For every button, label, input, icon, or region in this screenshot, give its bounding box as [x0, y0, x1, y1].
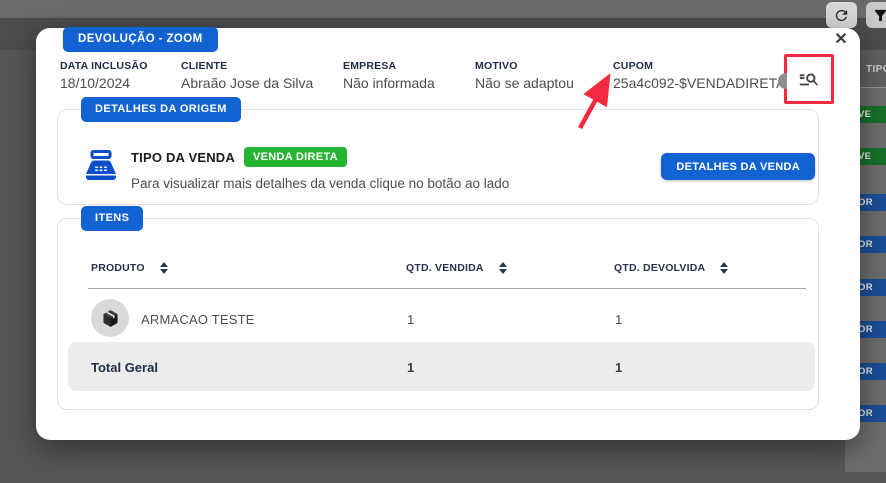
origin-card-badge: DETALHES DA ORIGEM [81, 97, 241, 122]
cash-register-icon [83, 147, 119, 185]
field-empresa: EMPRESA Não informada [343, 60, 435, 91]
sale-type-badge: VENDA DIRETA [244, 147, 347, 167]
background-top-strip [0, 0, 886, 18]
column-label: QTD. VENDIDA [406, 262, 484, 274]
coupon-search-button[interactable] [787, 57, 831, 101]
avatar [91, 299, 129, 337]
sort-icon[interactable] [720, 262, 728, 274]
modal-title-badge: DEVOLUÇÃO - ZOOM [63, 27, 218, 52]
product-name: ARMACAO TESTE [141, 312, 255, 327]
refresh-button[interactable] [826, 2, 857, 28]
filter-funnel-icon [872, 7, 886, 24]
total-label: Total Geral [91, 360, 158, 375]
field-cliente: CLIENTE Abraão Jose da Silva [181, 60, 313, 91]
field-value: 18/10/2024 [60, 75, 148, 91]
qty-returned-value: 1 [615, 312, 622, 327]
sale-details-button[interactable]: DETALHES DA VENDA [661, 153, 815, 180]
column-label: QTD. DEVOLVIDA [614, 262, 705, 274]
column-header-qtd-vendida[interactable]: QTD. VENDIDA [406, 262, 507, 274]
field-data-inclusao: DATA INCLUSÃO 18/10/2024 [60, 60, 148, 91]
field-motivo: MOTIVO Não se adaptou [475, 60, 574, 91]
sale-type-label: TIPO DA VENDA [131, 150, 235, 165]
origin-details-card: DETALHES DA ORIGEM TIPO DA VENDA VENDA D… [57, 109, 819, 205]
items-card-badge: ITENS [81, 206, 143, 231]
refresh-icon [833, 7, 850, 24]
filter-button[interactable] [866, 2, 886, 28]
total-sold-value: 1 [407, 360, 414, 375]
total-row: Total Geral 1 1 [68, 342, 815, 391]
field-label: CLIENTE [181, 60, 313, 72]
column-header-produto[interactable]: PRODUTO [91, 262, 168, 274]
column-label: PRODUTO [91, 262, 145, 274]
sort-icon[interactable] [160, 262, 168, 274]
field-value: Não informada [343, 75, 435, 91]
field-label: DATA INCLUSÃO [60, 60, 148, 72]
field-label: EMPRESA [343, 60, 435, 72]
manage-search-icon [798, 68, 820, 90]
total-returned-value: 1 [615, 360, 622, 375]
column-header-qtd-devolvida[interactable]: QTD. DEVOLVIDA [614, 262, 728, 274]
table-header-divider [88, 288, 806, 289]
qty-sold-value: 1 [407, 312, 414, 327]
field-label: CUPOM [613, 60, 816, 72]
close-icon[interactable]: ✕ [830, 29, 852, 51]
items-card: ITENS PRODUTO QTD. VENDIDA QTD. DEVOLVID… [57, 218, 819, 410]
product-cube-icon [100, 308, 121, 329]
origin-text-block: TIPO DA VENDA VENDA DIRETA Para visualiz… [131, 147, 509, 191]
field-cupom: CUPOM 25a4c092-$VENDADIRETA1180 [613, 60, 816, 91]
sort-icon[interactable] [499, 262, 507, 274]
tipo-column-header: TIPO [866, 64, 886, 75]
origin-hint-text: Para visualizar mais detalhes da venda c… [131, 176, 509, 191]
field-value: Não se adaptou [475, 75, 574, 91]
devolucao-zoom-modal: DEVOLUÇÃO - ZOOM ✕ DATA INCLUSÃO 18/10/2… [36, 28, 860, 440]
field-label: MOTIVO [475, 60, 574, 72]
cupom-value: 25a4c092-$VENDADIRETA1180 [613, 75, 816, 91]
field-value: Abraão Jose da Silva [181, 75, 313, 91]
